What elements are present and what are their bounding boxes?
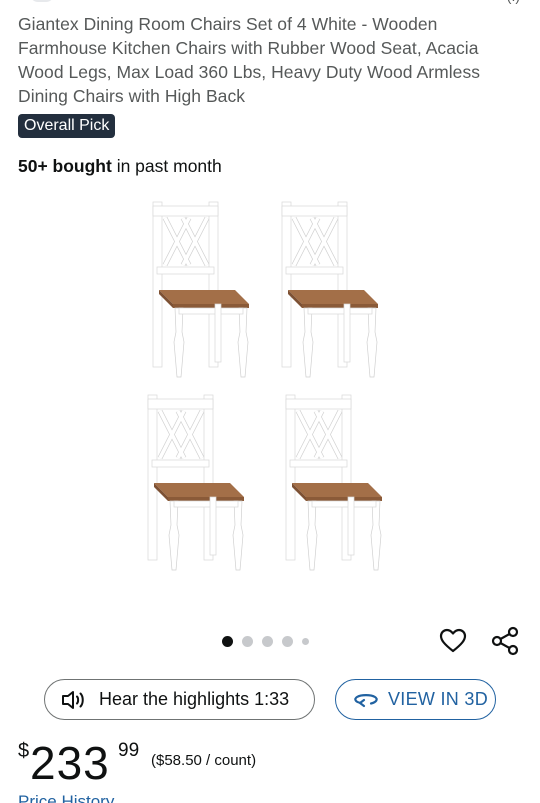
hear-highlights-label: Hear the highlights 1:33 bbox=[99, 689, 290, 709]
top-pill-fragment bbox=[30, 0, 54, 2]
carousel-dot-1[interactable] bbox=[222, 635, 233, 647]
rotate-3d-icon bbox=[354, 693, 378, 707]
hear-highlights-button[interactable]: Hear the highlights 1:33 bbox=[44, 679, 315, 720]
carousel-dot-2[interactable] bbox=[242, 635, 253, 647]
product-title[interactable]: Giantex Dining Room Chairs Set of 4 Whit… bbox=[18, 12, 518, 108]
price-whole: 233 bbox=[30, 737, 110, 789]
overall-pick-badge[interactable]: Overall Pick bbox=[18, 114, 116, 138]
image-carousel-dots[interactable] bbox=[222, 634, 309, 648]
price-fraction: 99 bbox=[118, 740, 140, 761]
carousel-dot-5[interactable] bbox=[302, 637, 309, 645]
view-in-3d-label: VIEW IN 3D bbox=[388, 689, 489, 709]
price-currency-symbol: $ bbox=[18, 740, 30, 762]
view-in-3d-button[interactable]: VIEW IN 3D bbox=[335, 679, 496, 720]
bought-in-past-month: 50+ bought in past month bbox=[18, 154, 222, 178]
bought-suffix: in past month bbox=[111, 156, 222, 176]
price-per-unit: ($58.50 / count) bbox=[151, 752, 257, 769]
speaker-icon bbox=[62, 690, 84, 709]
carousel-dot-3[interactable] bbox=[262, 635, 273, 647]
price-history-link[interactable]: Price History bbox=[18, 792, 114, 803]
share-icon[interactable] bbox=[490, 626, 520, 656]
bought-count: 50+ bought bbox=[18, 156, 112, 176]
top-edge-fragment: (.) bbox=[0, 0, 540, 4]
product-image[interactable] bbox=[130, 190, 410, 590]
carousel-dot-4[interactable] bbox=[282, 635, 293, 647]
top-paren-fragment: (.) bbox=[507, 0, 520, 4]
heart-icon[interactable] bbox=[438, 626, 468, 656]
